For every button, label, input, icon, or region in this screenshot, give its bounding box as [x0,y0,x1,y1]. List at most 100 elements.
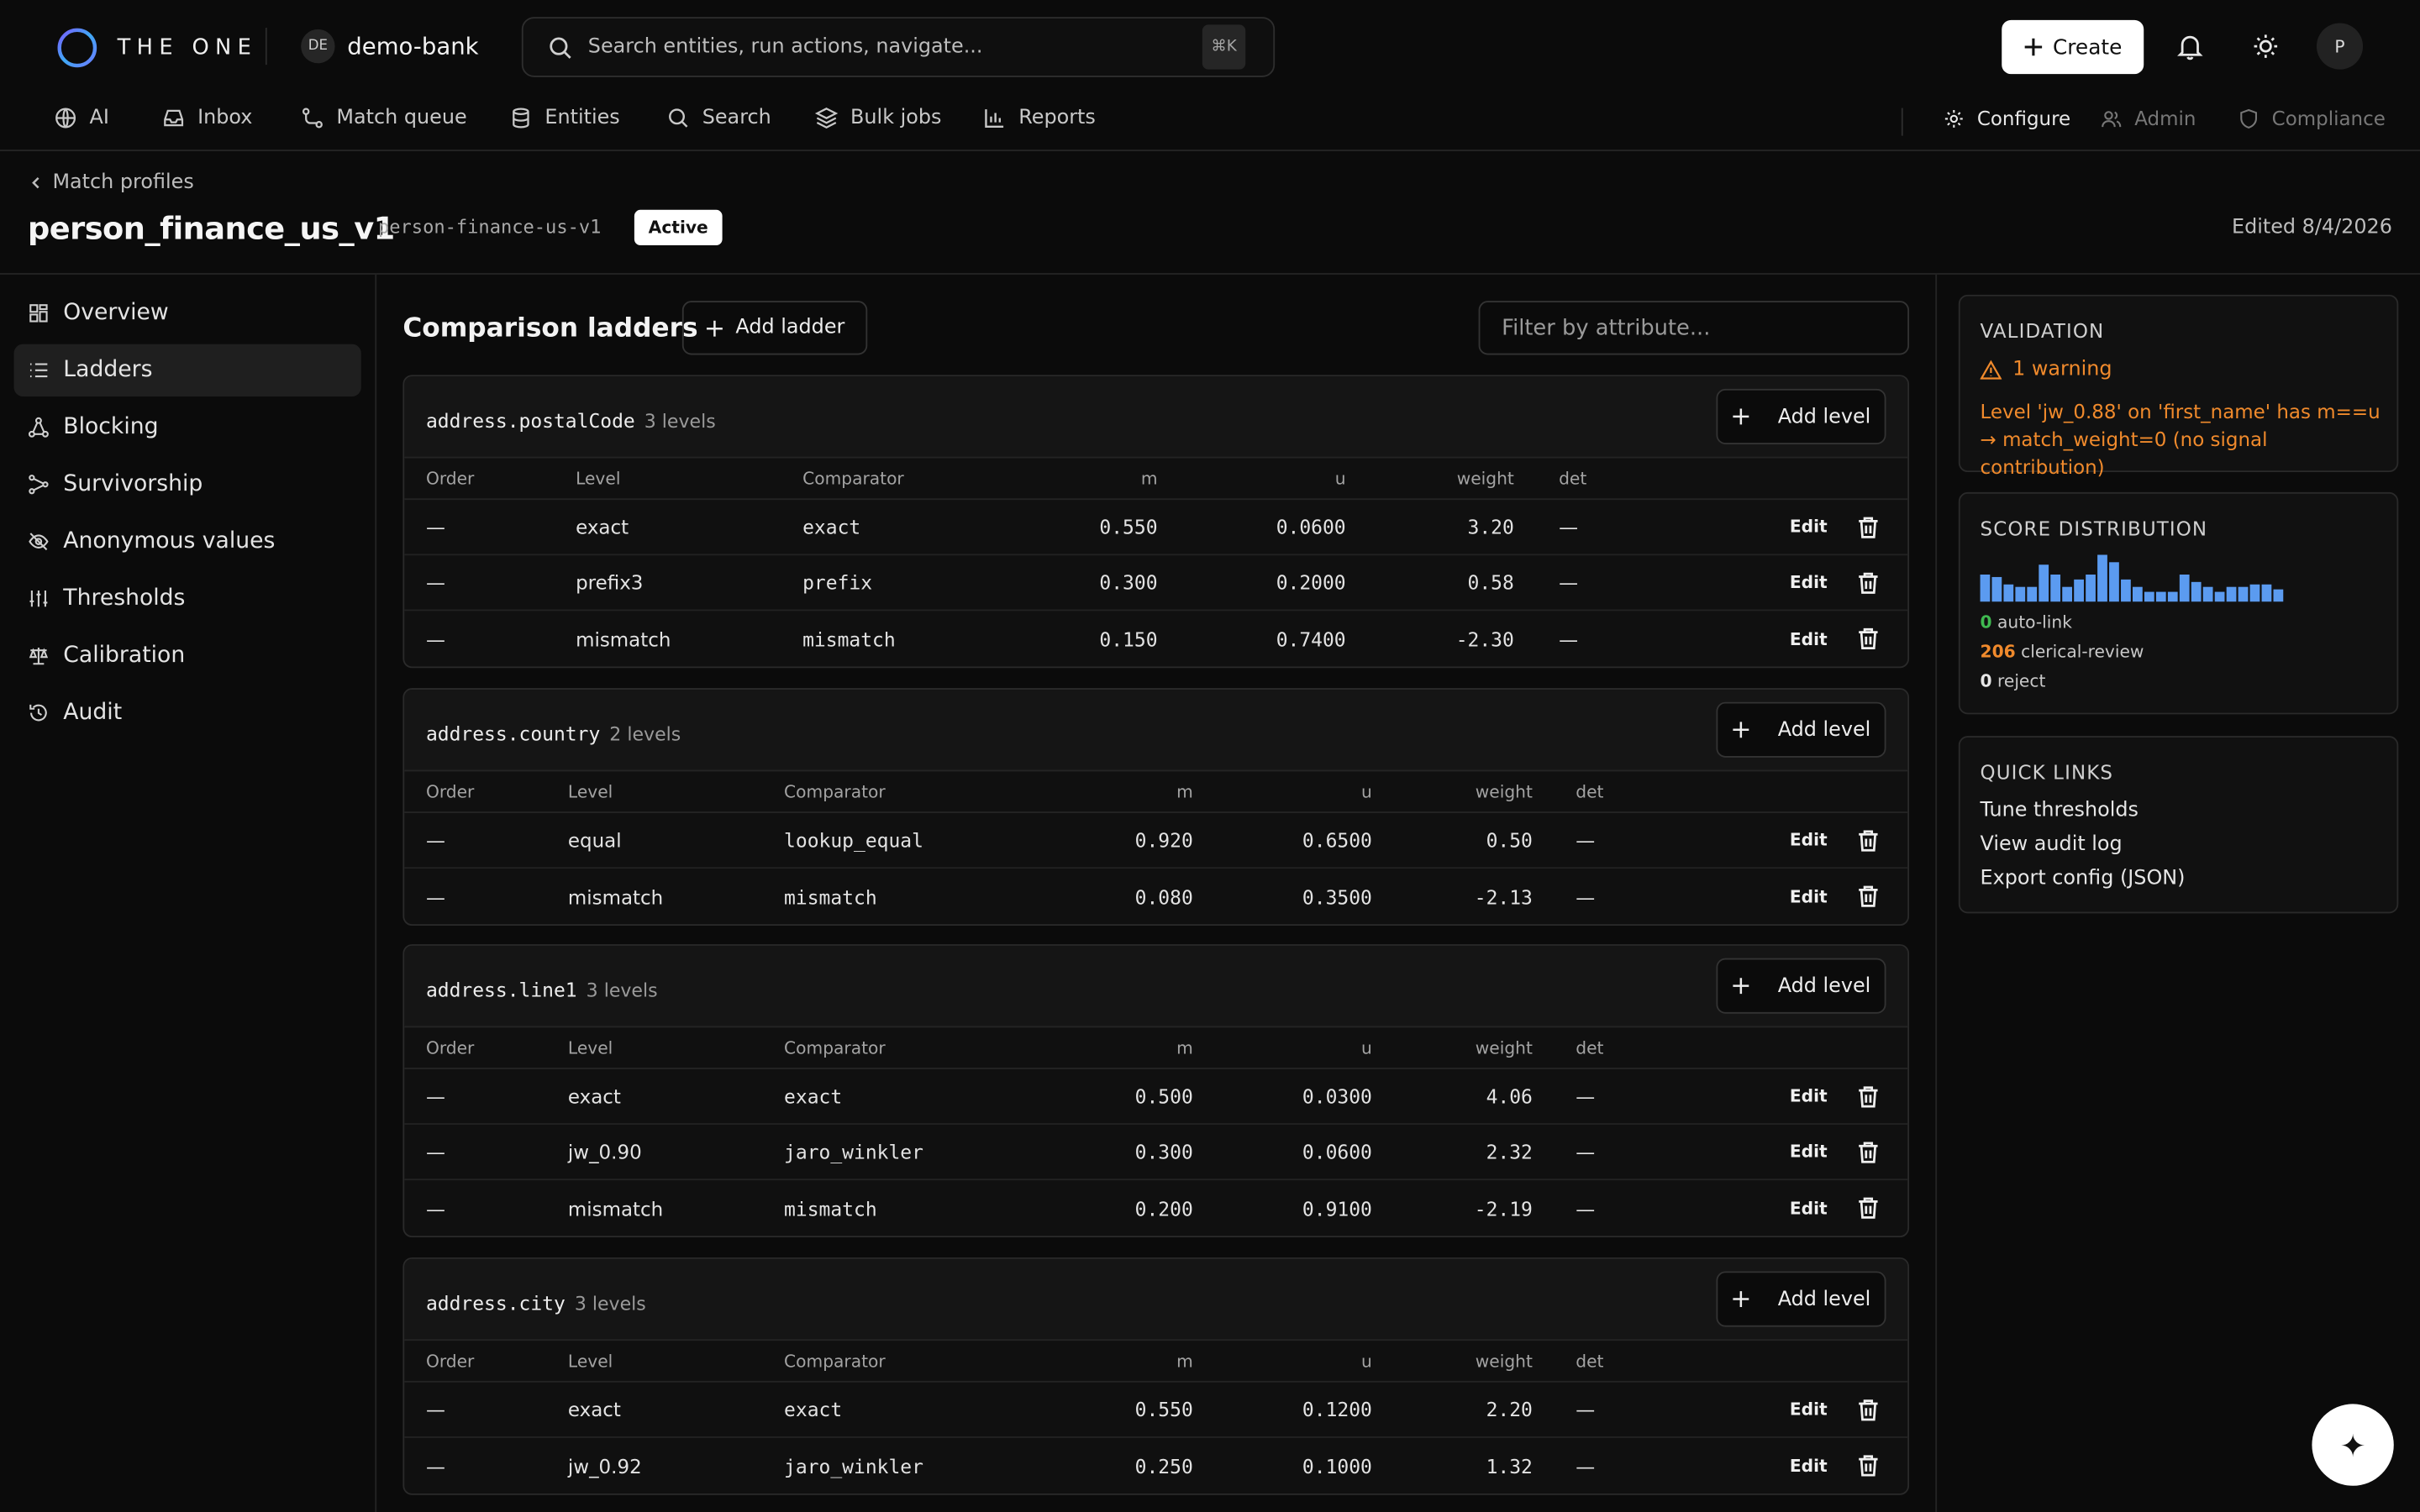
network-icon [28,417,49,438]
warning-message: Level 'jw_0.88' on 'first_name' has m==u… [1980,399,2381,479]
shield-icon [2240,108,2258,129]
delete-button[interactable] [1857,500,1881,554]
delete-button[interactable] [1857,555,1881,609]
cell-u: 0.3500 [1302,885,1372,908]
column-header-u: u [1361,1038,1372,1059]
delete-button[interactable] [1857,1180,1881,1236]
edit-button[interactable]: Edit [1790,555,1828,609]
database-icon [513,108,529,129]
add-level-button[interactable]: Add level [1716,958,1886,1014]
delete-button[interactable] [1857,611,1881,666]
nav-item-reports[interactable]: Reports [983,107,1096,129]
attribute-name: address.postalCode [425,408,635,433]
sidebar-item-calibration[interactable]: Calibration [14,629,361,681]
histogram-bar [2074,579,2084,602]
edit-button[interactable]: Edit [1790,1180,1828,1236]
edit-button[interactable]: Edit [1790,1125,1828,1179]
column-header-order: Order [425,469,475,490]
tenant-badge: DE [301,29,335,64]
ai-assistant-button[interactable]: ✦ [2312,1404,2394,1486]
sidebar-item-survivorship[interactable]: Survivorship [14,459,361,511]
ladder-card: address.city 3 levels Add level Order Level C… [402,1257,1910,1495]
nav-label: Bulk jobs [850,106,942,130]
delete-button[interactable] [1857,813,1881,867]
delete-button[interactable] [1857,869,1881,924]
table-row: — mismatch mismatch 0.080 0.3500 -2.13 — Edit [404,869,1907,924]
delete-button[interactable] [1857,1438,1881,1494]
column-header-det: det [1576,782,1604,803]
scale-icon [29,647,49,665]
users-icon [2102,110,2122,127]
attribute-filter-input[interactable]: Filter by attribute... [1478,301,1910,355]
avatar[interactable]: P [2316,23,2364,70]
table-header: Order Level Comparator m u weight det [404,1341,1908,1383]
histogram-bar [2167,591,2178,602]
quick-link-export-config[interactable]: Export config (JSON) [1981,867,2186,890]
histogram-bar [2214,591,2225,602]
quick-link-view-audit-log[interactable]: View audit log [1981,833,2123,857]
quick-links-card: QUICK LINKS Tune thresholds View audit l… [1958,736,2399,914]
edit-button[interactable]: Edit [1790,500,1828,554]
brand[interactable]: THE ONE [55,26,257,69]
add-level-button[interactable]: Add level [1716,701,1886,758]
card-title: QUICK LINKS [1980,760,2114,785]
sidebar-item-overview[interactable]: Overview [14,287,361,339]
create-button[interactable]: Create [2002,19,2144,75]
legend-label: clerical-review [2021,642,2144,662]
edit-button[interactable]: Edit [1790,1438,1828,1494]
column-header-level: Level [567,1351,613,1372]
global-search-input[interactable]: Search entities, run actions, navigate..… [521,17,1276,77]
add-level-button[interactable]: Add level [1716,388,1886,444]
column-header-comparator: Comparator [784,782,886,803]
column-header-order: Order [425,782,475,803]
cell-order: — [425,1454,445,1478]
cell-u: 0.0600 [1302,1140,1372,1163]
histogram-bar [2226,586,2237,602]
edit-button[interactable]: Edit [1790,1069,1828,1123]
breadcrumb-back-link[interactable]: Match profiles [29,171,194,194]
cell-det: — [1576,1398,1596,1421]
attribute-name: address.line1 [425,978,577,1002]
sidebar-item-thresholds[interactable]: Thresholds [14,572,361,624]
nav-item-entities[interactable]: Entities [509,107,620,129]
cell-comparator: lookup_equal [784,828,923,852]
edit-button[interactable]: Edit [1790,611,1828,666]
nav-item-compliance[interactable]: Compliance [2238,107,2386,129]
cell-m: 0.080 [1134,885,1193,908]
quick-link-tune-thresholds[interactable]: Tune thresholds [1981,799,2139,822]
level-count: 3 levels [574,1293,646,1315]
histogram-bar [2249,584,2260,602]
notifications-button[interactable] [2167,24,2213,70]
score-histogram [1980,554,2284,602]
theme-toggle-button[interactable] [2243,24,2289,70]
nav-item-ai[interactable]: AI [54,107,109,129]
sidebar-item-blocking[interactable]: Blocking [14,402,361,454]
nav-item-inbox[interactable]: Inbox [162,107,252,129]
ladder-card: address.line1 3 levels Add level Order Level… [402,944,1910,1238]
sidebar-item-ladders[interactable]: Ladders [13,344,361,397]
add-ladder-button[interactable]: Add ladder [681,301,868,355]
delete-button[interactable] [1857,1125,1881,1179]
edit-button[interactable]: Edit [1790,1383,1828,1436]
nav-item-match-queue[interactable]: Match queue [301,107,467,129]
tenant-switcher[interactable]: DE demo-bank [301,29,479,64]
histogram-bar [2109,562,2119,602]
nav-item-bulk-jobs[interactable]: Bulk jobs [814,106,942,130]
delete-button[interactable] [1857,1383,1881,1436]
sidebar-item-audit[interactable]: Audit [14,686,361,738]
edit-button[interactable]: Edit [1790,813,1828,867]
nav-item-admin[interactable]: Admin [2101,107,2196,129]
edit-button[interactable]: Edit [1790,869,1828,924]
histogram-bar [2191,581,2202,602]
add-level-button[interactable]: Add level [1716,1271,1886,1327]
list-icon [29,363,48,378]
cell-m: 0.150 [1099,627,1158,651]
filter-placeholder: Filter by attribute... [1502,315,1711,341]
search-placeholder: Search entities, run actions, navigate..… [587,35,983,59]
trash-icon [1857,1397,1881,1421]
nav-item-configure[interactable]: Configure [1943,107,2070,129]
delete-button[interactable] [1857,1069,1881,1123]
trash-icon [1857,627,1881,651]
sidebar-item-anonymous-values[interactable]: Anonymous values [14,515,361,567]
nav-item-search[interactable]: Search [666,107,771,129]
